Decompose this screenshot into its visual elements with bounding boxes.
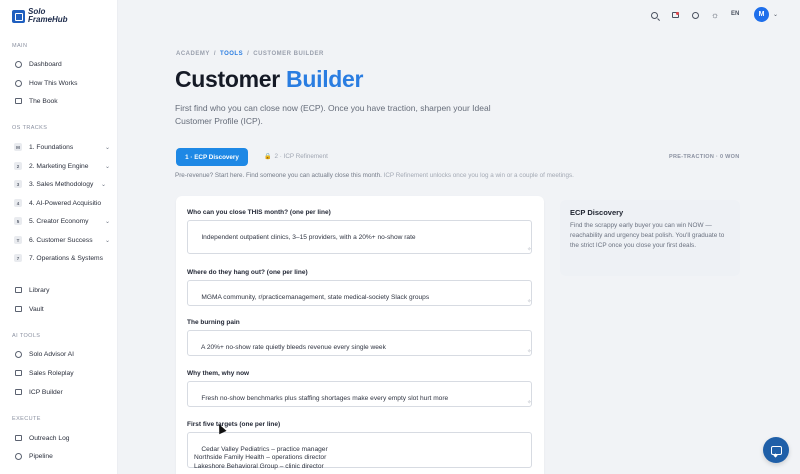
hangouts-textarea[interactable]: MGMA community, r/practicemanagement, st… <box>187 280 532 306</box>
field-label-why-now: Why them, why now <box>187 370 250 377</box>
sidebar-item-sales-roleplay[interactable]: Sales Roleplay <box>14 367 110 379</box>
track-badge-icon: 4 <box>14 199 22 207</box>
chevron-down-icon[interactable]: ⌄ <box>105 163 110 170</box>
clock-icon <box>14 60 22 68</box>
chat-bubble-icon <box>770 445 782 455</box>
section-execute-label: EXECUTE <box>12 416 41 422</box>
track-badge-icon: 3 <box>14 180 22 188</box>
resize-handle-icon[interactable]: ≡ <box>526 399 532 405</box>
stage-hint: Pre-revenue? Start here. Find someone yo… <box>175 172 574 179</box>
page-title: Customer Builder <box>175 66 364 92</box>
resize-handle-icon[interactable]: ≡ <box>526 246 532 252</box>
chevron-down-icon[interactable]: ⌄ <box>105 237 110 244</box>
sidebar-item-library[interactable]: Library <box>14 284 110 296</box>
vault-icon <box>14 305 22 313</box>
log-icon <box>14 434 22 442</box>
sidebar-item-outreach-log[interactable]: Outreach Log <box>14 432 110 444</box>
breadcrumb-separator: / <box>213 51 217 57</box>
burning-pain-textarea[interactable]: A 20%+ no-show rate quietly bleeds reven… <box>187 330 532 356</box>
breadcrumb: ACADEMY / TOOLS / CUSTOMER BUILDER <box>176 51 324 57</box>
sidebar: Solo FrameHub MAIN Dashboard How This Wo… <box>0 0 118 474</box>
progress-status-badge: PRE-TRACTION · 0 WON <box>669 154 740 160</box>
sidebar-item-vault[interactable]: Vault <box>14 303 110 315</box>
info-panel-body: Find the scrappy early buyer you can win… <box>570 222 725 249</box>
sidebar-item-track-6[interactable]: T 6. Customer Success ⌄ <box>14 234 110 246</box>
pipeline-icon <box>14 452 22 460</box>
track-badge-icon: T <box>14 236 22 244</box>
roleplay-icon <box>14 369 22 377</box>
breadcrumb-academy[interactable]: ACADEMY <box>176 51 210 57</box>
sidebar-item-track-1[interactable]: M 1. Foundations ⌄ <box>14 141 110 153</box>
chevron-down-icon[interactable]: ⌄ <box>773 11 778 18</box>
builder-icon <box>14 388 22 396</box>
breadcrumb-tools[interactable]: TOOLS <box>220 51 243 57</box>
track-badge-icon: 5 <box>14 217 22 225</box>
resize-handle-icon[interactable]: ≡ <box>526 348 532 354</box>
info-icon[interactable] <box>690 10 700 20</box>
ecp-form-card: Who can you close THIS month? (one per l… <box>176 196 544 474</box>
chat-launcher-button[interactable] <box>763 437 789 463</box>
resize-handle-icon[interactable]: ≡ <box>526 298 532 304</box>
why-now-textarea[interactable]: Fresh no-show benchmarks plus staffing s… <box>187 381 532 407</box>
track-badge-icon: 7 <box>14 254 22 262</box>
top-bar: ☼ EN M ⌄ <box>118 0 800 30</box>
brand-logo[interactable]: Solo FrameHub <box>12 8 68 24</box>
close-this-month-textarea[interactable]: Independent outpatient clinics, 3–15 pro… <box>187 220 532 254</box>
sidebar-item-icp-builder[interactable]: ICP Builder <box>14 386 110 398</box>
avatar[interactable]: M <box>754 7 769 22</box>
lock-icon: 🔒 <box>264 154 272 160</box>
sidebar-item-how-this-works[interactable]: How This Works <box>14 77 110 89</box>
tab-icp-refinement[interactable]: 🔒 2 · ICP Refinement <box>264 153 328 160</box>
language-selector[interactable]: EN <box>731 11 739 17</box>
search-icon[interactable] <box>649 10 659 20</box>
breadcrumb-separator: / <box>247 51 250 57</box>
chevron-down-icon[interactable]: ⌄ <box>105 218 110 225</box>
library-icon <box>14 286 22 294</box>
track-badge-icon: M <box>14 143 22 151</box>
sidebar-item-dashboard[interactable]: Dashboard <box>14 58 110 70</box>
first-five-targets-textarea[interactable]: Cedar Valley Pediatrics – practice manag… <box>187 432 532 470</box>
breadcrumb-current: CUSTOMER BUILDER <box>253 51 324 57</box>
book-icon <box>14 97 22 105</box>
sidebar-item-track-7[interactable]: 7 7. Operations & Systems <box>14 252 110 264</box>
section-os-tracks-label: OS TRACKS <box>12 125 48 131</box>
track-badge-icon: 2 <box>14 162 22 170</box>
logo-mark-icon <box>12 9 25 23</box>
field-label-first-five-targets: First five targets (one per line) <box>187 421 281 428</box>
section-ai-tools-label: AI TOOLS <box>12 333 41 339</box>
sidebar-item-pipeline[interactable]: Pipeline <box>14 450 110 462</box>
sun-icon[interactable]: ☼ <box>710 10 720 20</box>
sidebar-item-solo-advisor-ai[interactable]: Solo Advisor AI <box>14 348 110 360</box>
sidebar-item-track-4[interactable]: 4 4. AI-Powered Acquisitio <box>14 197 110 209</box>
field-label-hangouts: Where do they hang out? (one per line) <box>187 269 308 276</box>
chat-icon <box>14 350 22 358</box>
page-intro: First find who you can close now (ECP). … <box>175 103 491 126</box>
notifications-icon[interactable] <box>670 10 680 20</box>
tab-ecp-discovery[interactable]: 1 · ECP Discovery <box>176 148 248 166</box>
section-main-label: MAIN <box>12 43 28 49</box>
chevron-down-icon[interactable]: ⌄ <box>101 181 106 188</box>
info-panel-title: ECP Discovery <box>570 208 624 217</box>
sidebar-item-the-book[interactable]: The Book <box>14 95 110 107</box>
sidebar-item-track-5[interactable]: 5 5. Creator Economy ⌄ <box>14 215 110 227</box>
field-label-close-this-month: Who can you close THIS month? (one per l… <box>187 209 331 216</box>
brand-name: Solo FrameHub <box>28 7 68 24</box>
sidebar-item-track-2[interactable]: 2 2. Marketing Engine ⌄ <box>14 160 110 172</box>
field-label-burning-pain: The burning pain <box>187 319 240 326</box>
help-circle-icon <box>14 79 22 87</box>
sidebar-item-track-3[interactable]: 3 3. Sales Methodology ⌄ <box>14 178 110 190</box>
chevron-down-icon[interactable]: ⌄ <box>105 144 110 151</box>
ecp-info-panel: ECP Discovery Find the scrappy early buy… <box>560 200 740 276</box>
